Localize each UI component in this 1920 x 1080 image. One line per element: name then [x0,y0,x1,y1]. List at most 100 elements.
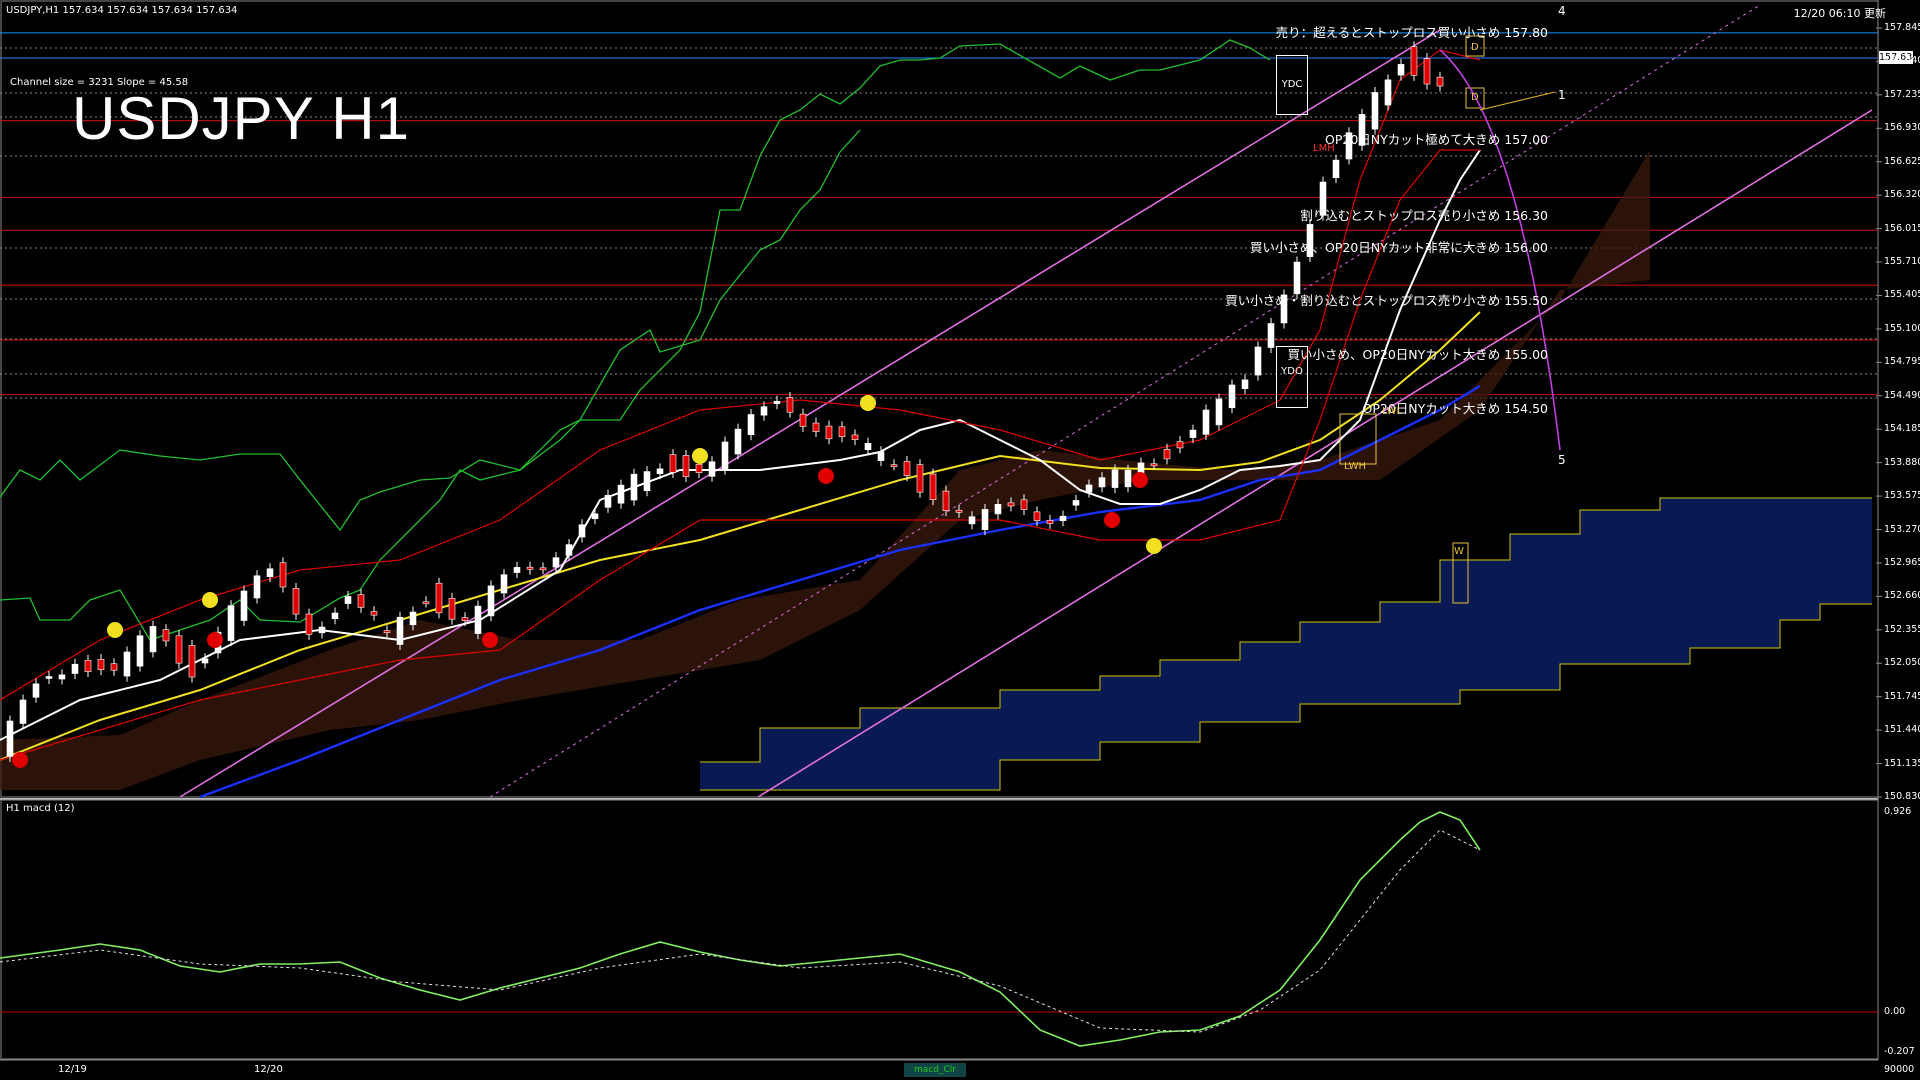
candle-body [539,567,547,571]
candle-body [721,441,729,470]
price-tick: 157.845 [1884,22,1920,33]
candle-body [513,567,521,573]
candle-body [253,575,261,599]
wave-1-line [1479,91,1556,111]
lwh-tag: LWH [1344,461,1367,472]
chart-window: USDJPY,H1 157.634 157.634 157.634 157.63… [0,0,1920,1080]
macd-window-label: H1 macd (12) [6,803,75,814]
level-annotation: 売り：超えるとストップロス買い小さめ 157.80 [1275,25,1548,40]
candle-body [1085,484,1093,493]
fractal-marker [12,752,28,768]
price-tick: 151.440 [1884,724,1920,736]
date-label-2: 12/20 [254,1064,283,1075]
candle-body [591,513,599,520]
candle-body [396,616,404,645]
candle-body [344,596,352,604]
candle-body [604,494,612,508]
candle-body [487,585,495,617]
candle-body [19,699,27,724]
price-tick: 155.710 [1884,256,1920,268]
candle-body [305,613,313,635]
candle-body [929,473,937,500]
lmh-tag: LMH [1313,143,1335,154]
candle-body [435,582,443,614]
macd-tick: 0.00 [1884,1006,1906,1017]
candle-body [773,400,781,405]
wave-label-4: 4 [1558,4,1566,18]
candle-body [227,605,235,641]
candle-body [1059,515,1067,522]
price-tick: 156.320 [1884,189,1920,201]
candle-body [1410,46,1418,76]
candle-body [1215,398,1223,426]
candle-body [175,635,183,664]
candle-body [1423,58,1431,85]
candle-body [1189,429,1197,438]
d-tag-bottom: D [1471,92,1479,103]
candle-body [656,468,664,475]
price-tick: 154.185 [1884,423,1920,435]
candle-body [461,617,469,622]
macd-panel-border [0,799,1879,1060]
candle-body [552,557,560,568]
period-bar [0,1063,362,1077]
candle-body [630,473,638,501]
fractal-marker [202,592,218,608]
price-tick: 157.235 [1884,88,1920,100]
chart-title: USDJPY H1 [72,85,411,152]
candle-body [97,659,105,670]
price-tick: 157.540 [1884,55,1920,67]
fractal-marker [1132,472,1148,488]
fractal-marker [207,632,223,648]
candle-body [1033,511,1041,521]
candle-body [799,413,807,427]
price-tick: 151.135 [1884,757,1920,769]
price-tick: 153.880 [1884,456,1920,468]
level-annotation: 割り込むとストップロス売り小さめ 156.30 [1300,208,1548,223]
candle-body [58,674,66,680]
price-tick: 155.405 [1884,289,1920,301]
candle-body [6,720,14,757]
symbol-header: USDJPY,H1 157.634 157.634 157.634 157.63… [6,5,238,16]
candle-body [1007,502,1015,507]
ydo-label: YDO [1281,366,1303,377]
chart-canvas [0,0,1882,1061]
chikou-line-2 [0,129,861,641]
candle-body [1163,448,1171,460]
candle-body [357,594,365,608]
price-tick: 152.660 [1884,590,1920,602]
price-tick: 154.490 [1884,389,1920,401]
candle-body [851,434,859,440]
macd-tick: 90000 [1884,1064,1915,1075]
w-tag: W [1454,546,1464,557]
candle-body [1150,463,1158,467]
candle-body [942,490,950,511]
fractal-marker [692,448,708,464]
candle-body [1098,477,1106,488]
wave-label-5: 5 [1558,453,1566,467]
candle-body [123,651,131,677]
candle-body [903,461,911,476]
macd-signal [0,829,1481,1033]
ydc-box: YDC [1276,55,1308,115]
candle-body [643,471,651,492]
price-tick: 152.355 [1884,623,1920,635]
candle-body [331,612,339,620]
candle-body [409,611,417,626]
price-tick: 156.015 [1884,222,1920,234]
candle-body [1020,499,1028,510]
price-tick: 153.270 [1884,523,1920,535]
candle-body [1111,469,1119,488]
candle-body [864,442,872,451]
fractal-marker [107,622,123,638]
fractal-marker [1104,512,1120,528]
candle-body [877,451,885,461]
candle-body [838,426,846,438]
candle-body [149,626,157,653]
candle-body [1072,500,1080,506]
candle-body [1241,379,1249,389]
candle-body [1254,346,1262,376]
fractal-marker [482,632,498,648]
candle-body [1371,92,1379,130]
candle-body [565,544,573,556]
